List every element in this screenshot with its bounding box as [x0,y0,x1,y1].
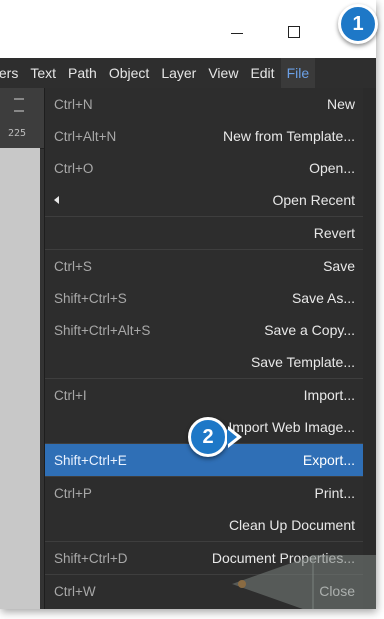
maximize-icon [288,26,300,38]
menu-edit[interactable]: Edit [244,58,280,88]
minimize-icon [231,32,243,34]
menu-item-label: Print... [314,485,355,501]
menu-item-label: Export... [302,452,355,468]
menu-item-shortcut: Ctrl+S [54,258,92,274]
app-window: ters Text Path Object Layer View Edit Fi… [0,0,376,609]
menu-item-clean-up-document[interactable]: Clean Up Document [45,509,363,541]
menu-item-new-from-template[interactable]: Ctrl+Alt+N New from Template... [45,120,363,152]
minimize-button[interactable] [222,20,252,44]
menu-item-save-as[interactable]: Shift+Ctrl+S Save As... [45,282,363,314]
menu-item-import[interactable]: Ctrl+I Import... [45,379,363,411]
menu-item-document-properties[interactable]: Shift+Ctrl+D Document Properties... [45,542,363,574]
ruler-tick: 225 [8,128,27,139]
menu-item-shortcut: Ctrl+P [54,485,92,501]
menu-filters[interactable]: ters [0,58,24,88]
title-bar [0,0,376,58]
menu-item-label: Save As... [291,290,355,306]
menu-object[interactable]: Object [103,58,155,88]
menu-item-label: Open Recent [272,192,356,208]
menu-path[interactable]: Path [62,58,103,88]
menu-text[interactable]: Text [24,58,62,88]
menu-item-shortcut: Ctrl+N [54,96,93,112]
menu-file[interactable]: File [280,58,316,88]
menu-item-save[interactable]: Ctrl+S Save [45,250,363,282]
menu-item-print[interactable]: Ctrl+P Print... [45,477,363,509]
menu-item-revert[interactable]: Revert [45,217,363,249]
menu-item-label: Save Template... [250,354,355,370]
menu-view[interactable]: View [202,58,244,88]
ruler-corner: 225 [0,88,44,149]
menu-item-label: Import... [303,387,355,403]
menu-item-label: Open... [309,160,355,176]
menu-item-label: Document Properties... [211,550,355,566]
ruler-icon [14,98,24,112]
step-badge-1: 1 [338,4,378,44]
menu-item-label: Save a Copy... [264,322,355,338]
menu-item-save-a-copy[interactable]: Shift+Ctrl+Alt+S Save a Copy... [45,314,363,346]
menu-item-shortcut: Shift+Ctrl+E [54,452,127,468]
menu-item-open-recent[interactable]: Open Recent [45,184,363,216]
step-badge-2: 2 [188,417,242,457]
menu-item-label: Revert [313,225,355,241]
maximize-button[interactable] [279,20,309,44]
file-menu: Ctrl+N New Ctrl+Alt+N New from Template... C… [44,88,363,609]
menu-item-shortcut: Ctrl+O [54,160,94,176]
menu-item-save-template[interactable]: Save Template... [45,346,363,378]
menu-item-quit[interactable]: Ctrl+QQuit [45,607,363,609]
menu-item-label: New from Template... [222,128,355,144]
canvas-area[interactable] [0,148,40,609]
menu-item-shortcut: Shift+Ctrl+D [54,550,128,566]
menu-bar: ters Text Path Object Layer View Edit Fi… [0,58,376,88]
menu-item-label: Close [319,583,355,599]
menu-item-label: Save [323,258,355,274]
menu-item-shortcut: Shift+Ctrl+S [54,290,127,306]
menu-item-new[interactable]: Ctrl+N New [45,88,363,120]
menu-layer[interactable]: Layer [155,58,202,88]
menu-item-label: Import Web Image... [228,419,355,435]
menu-item-shortcut: Shift+Ctrl+Alt+S [54,322,151,338]
menu-item-label: Clean Up Document [228,517,355,533]
submenu-arrow-icon [54,196,59,204]
menu-item-shortcut: Ctrl+W [54,583,96,599]
menu-item-open[interactable]: Ctrl+O Open... [45,152,363,184]
left-panel: 225 [0,88,44,609]
menu-item-close[interactable]: Ctrl+W Close [45,575,363,607]
menu-item-label: New [326,96,355,112]
menu-item-shortcut: Ctrl+I [54,387,87,403]
menu-item-shortcut: Ctrl+Alt+N [54,128,117,144]
